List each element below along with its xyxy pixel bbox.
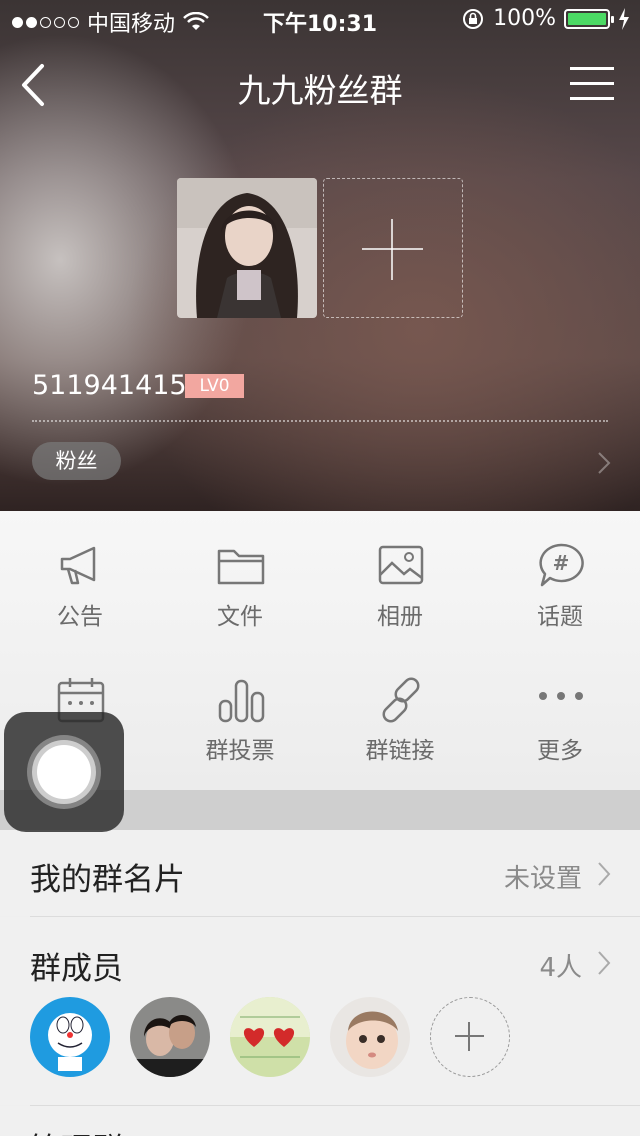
add-photo-button[interactable] (323, 178, 463, 318)
navigation-bar: 九九粉丝群 (0, 48, 640, 120)
charging-bolt-icon (619, 7, 629, 30)
status-right: 100% (461, 6, 630, 31)
menu-icon[interactable] (570, 66, 614, 102)
bar-chart-icon (218, 679, 265, 723)
row-value: 未设置 (503, 864, 582, 894)
row-label: 管理群 (30, 1124, 123, 1136)
feature-label: 公告 (57, 604, 103, 630)
svg-text:#: # (553, 551, 570, 575)
feature-files[interactable]: 文件 (160, 511, 320, 641)
feature-topics[interactable]: # 话题 (480, 511, 640, 641)
tag-chevron-icon[interactable] (596, 450, 612, 476)
picture-icon (378, 545, 424, 585)
my-group-card-row[interactable]: 我的群名片 未设置 (0, 830, 640, 916)
feature-vote[interactable]: 群投票 (160, 645, 320, 775)
group-id: 511941415 (32, 370, 187, 401)
assistive-touch-ring (27, 735, 101, 809)
status-bar: 中国移动 下午10:31 100% (0, 0, 640, 40)
dotted-divider (32, 420, 608, 422)
feature-album[interactable]: 相册 (320, 511, 480, 641)
feature-label: 相册 (377, 604, 423, 630)
megaphone-icon (60, 546, 96, 585)
group-avatar[interactable] (177, 178, 317, 318)
row-label: 我的群名片 (30, 862, 185, 898)
feature-label: 文件 (217, 604, 263, 630)
feature-label: 更多 (537, 738, 583, 764)
feature-more[interactable]: 更多 (480, 645, 640, 775)
rotation-lock-icon (463, 8, 484, 29)
row-label: 群成员 (30, 951, 123, 987)
manage-group-row[interactable]: 管理群 (0, 1106, 640, 1136)
add-member-button[interactable] (430, 997, 510, 1077)
row-value: 4人 (539, 953, 582, 983)
hashtag-bubble-icon: # (539, 543, 584, 587)
chevron-right-icon (598, 862, 611, 886)
group-tag-chip[interactable]: 粉丝 (32, 442, 121, 480)
battery-percent: 100% (493, 6, 556, 31)
member-avatar-doraemon[interactable] (30, 997, 110, 1077)
chevron-right-icon (598, 951, 611, 975)
member-avatar-hearts[interactable] (230, 997, 310, 1077)
plus-icon (455, 1022, 484, 1051)
page-title: 九九粉丝群 (237, 71, 403, 110)
feature-label: 群投票 (205, 738, 275, 764)
feature-label: 群链接 (365, 738, 435, 764)
plus-icon (362, 219, 423, 280)
feature-announcement[interactable]: 公告 (0, 511, 160, 641)
more-dots-icon (539, 692, 583, 700)
member-avatar-baby[interactable] (330, 997, 410, 1077)
battery-icon (564, 8, 614, 29)
link-icon (382, 677, 420, 723)
member-avatar-couple[interactable] (130, 997, 210, 1077)
assistive-touch-button[interactable] (4, 712, 124, 832)
feature-link[interactable]: 群链接 (320, 645, 480, 775)
feature-label: 话题 (537, 604, 583, 630)
level-badge: LV0 (185, 374, 244, 398)
folder-icon (217, 549, 265, 585)
